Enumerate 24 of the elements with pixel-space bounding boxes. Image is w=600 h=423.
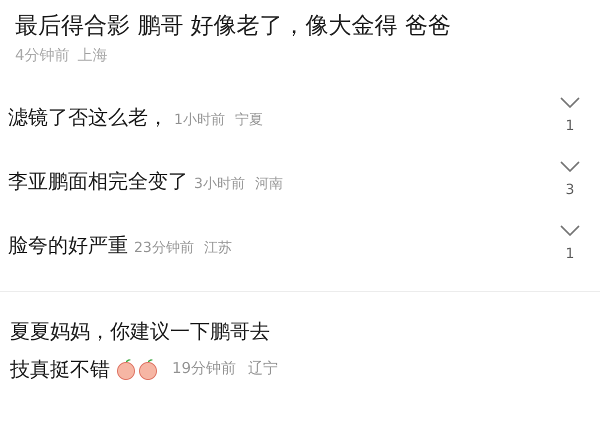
timestamp: 1小时前 bbox=[174, 110, 225, 130]
peach-emoji-icon bbox=[138, 358, 158, 380]
location-label: 河南 bbox=[254, 174, 283, 194]
location-label: 江苏 bbox=[204, 238, 232, 258]
location-label: 辽宁 bbox=[248, 358, 278, 380]
reply-count: 3 bbox=[566, 180, 574, 200]
timestamp: 23分钟前 bbox=[134, 238, 194, 258]
chevron-down-icon[interactable] bbox=[560, 224, 580, 236]
comment-text: 技真挺不错 bbox=[10, 356, 110, 382]
comment-text: 脸夸的好严重 bbox=[8, 232, 128, 258]
timestamp: 19分钟前 bbox=[172, 358, 236, 380]
chevron-down-icon[interactable] bbox=[560, 160, 580, 172]
comment-text: 夏夏妈妈，你建议一下鹏哥去 bbox=[10, 318, 271, 344]
comment-text: 李亚鹏面相完全变了 bbox=[8, 168, 188, 194]
peach-emoji-icon bbox=[116, 358, 136, 380]
reply-count: 1 bbox=[566, 244, 574, 264]
reply-count: 1 bbox=[566, 116, 574, 136]
timestamp: 3小时前 bbox=[194, 174, 245, 194]
timestamp: 4分钟前 bbox=[15, 45, 70, 66]
location-label: 宁夏 bbox=[234, 110, 263, 130]
location-label: 上海 bbox=[78, 45, 108, 66]
comment-text: 最后得合影 鹏哥 好像老了，像大金得 爸爸 bbox=[15, 12, 452, 41]
chevron-down-icon[interactable] bbox=[560, 96, 580, 108]
comment-text: 滤镜了否这么老， bbox=[8, 104, 168, 130]
